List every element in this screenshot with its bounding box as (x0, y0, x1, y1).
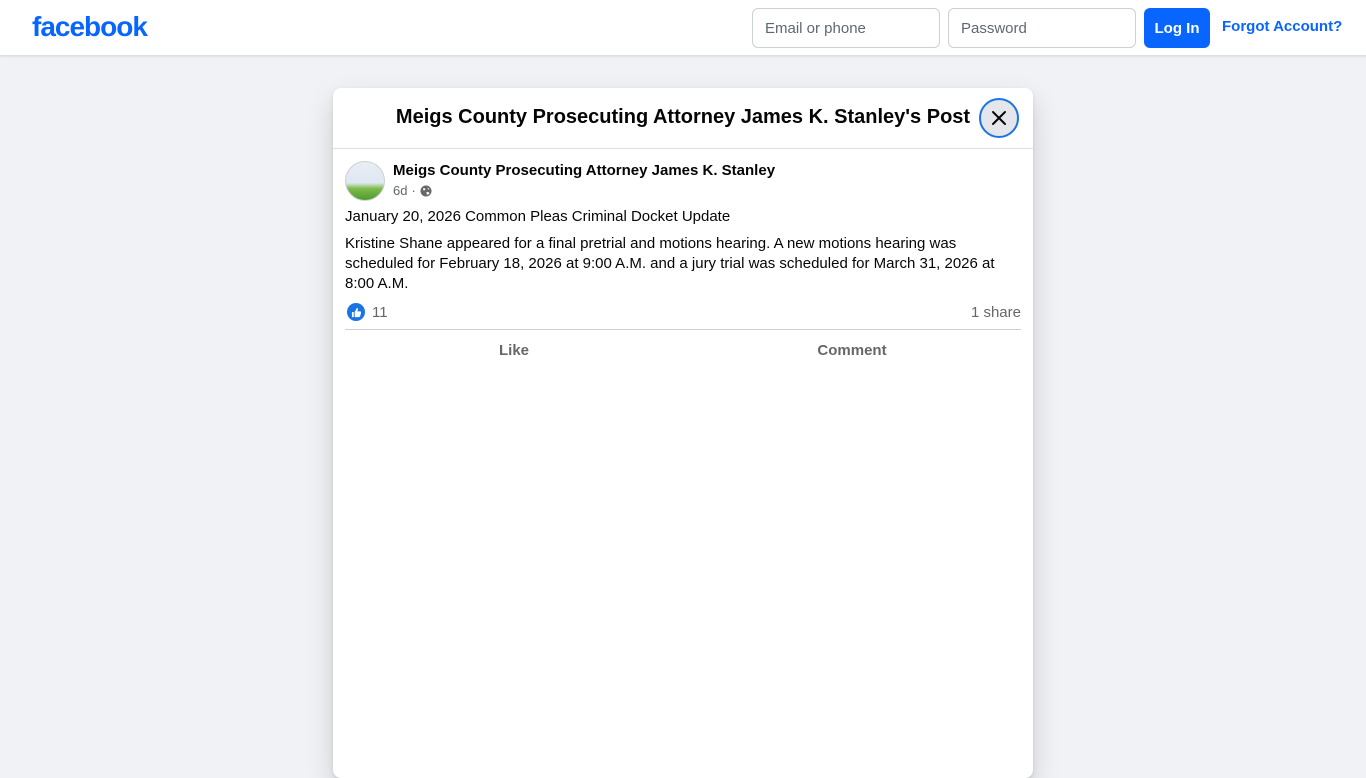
author-avatar[interactable] (345, 161, 385, 201)
facebook-logo[interactable]: facebook (32, 11, 148, 43)
post-body: Kristine Shane appeared for a final pret… (345, 235, 995, 292)
close-button[interactable] (979, 98, 1019, 138)
forgot-account-link[interactable]: Forgot Account? (1222, 18, 1342, 35)
reaction-summary: 11 1 share (345, 302, 1021, 322)
share-count[interactable]: 1 share (971, 304, 1021, 321)
like-button[interactable]: Like (345, 332, 683, 368)
post-heading: January 20, 2026 Common Pleas Criminal D… (345, 208, 731, 225)
post-meta: 6d · (393, 183, 432, 198)
dialog-header: Meigs County Prosecuting Attorney James … (333, 88, 1033, 149)
dialog-title: Meigs County Prosecuting Attorney James … (395, 106, 971, 128)
like-reaction-badge[interactable] (347, 303, 365, 321)
globe-icon (420, 185, 432, 196)
login-button[interactable]: Log In (1144, 8, 1210, 48)
email-input[interactable] (752, 8, 940, 48)
top-navigation-bar: facebook Log In Forgot Account? (0, 0, 1366, 56)
post-author-name[interactable]: Meigs County Prosecuting Attorney James … (393, 162, 775, 179)
like-count[interactable]: 11 (372, 304, 388, 321)
action-divider (345, 329, 1021, 330)
close-icon (992, 111, 1006, 125)
thumbs-up-icon (351, 307, 361, 317)
post-dialog: Meigs County Prosecuting Attorney James … (333, 88, 1033, 778)
post-age[interactable]: 6d (393, 183, 407, 198)
meta-separator: · (411, 183, 416, 198)
password-input[interactable] (948, 8, 1136, 48)
comment-button[interactable]: Comment (683, 332, 1021, 368)
